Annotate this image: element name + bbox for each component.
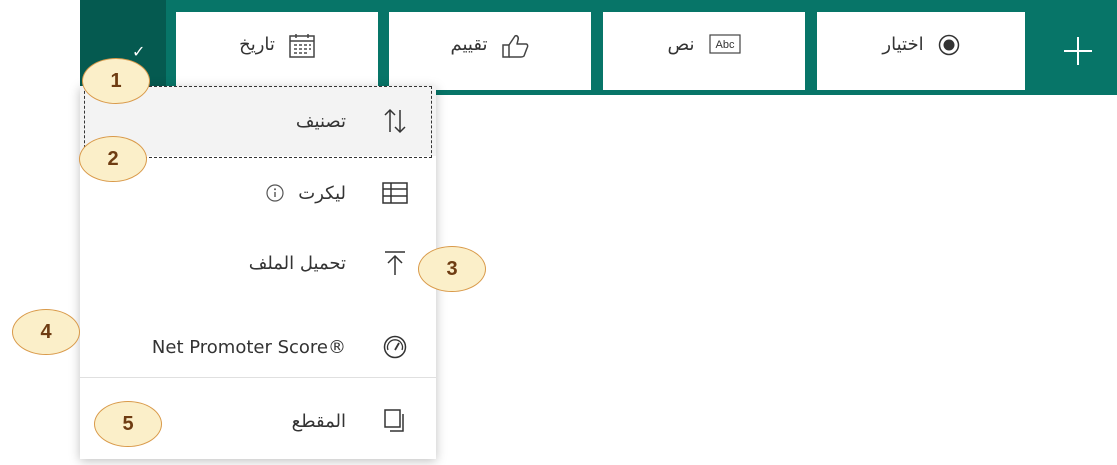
text-question-label: نص (667, 34, 695, 55)
callout-4: 4 (12, 309, 80, 355)
menu-divider (80, 377, 436, 378)
svg-text:Abc: Abc (715, 39, 734, 51)
abc-text-icon: Abc (708, 34, 741, 54)
text-question-button[interactable]: Abc نص (603, 12, 805, 90)
callout-5: 5 (94, 401, 162, 447)
choice-question-label: اختيار (882, 34, 924, 55)
rating-question-button[interactable]: تقييم (389, 12, 591, 90)
chevron-icon: ✓ (132, 42, 146, 61)
date-question-button[interactable]: تاريخ (176, 12, 378, 90)
gauge-icon (382, 335, 408, 359)
add-question-button[interactable] (1038, 12, 1117, 90)
menu-item-label: المقطع (291, 410, 346, 432)
radio-icon (938, 34, 960, 56)
rating-question-label: تقييم (450, 34, 488, 55)
callout-1: 1 (82, 58, 150, 104)
grid-table-icon (382, 182, 408, 204)
thumbs-up-icon (501, 34, 529, 58)
calendar-icon (289, 34, 315, 58)
menu-item-label: تحميل الملف (248, 252, 346, 274)
callout-3: 3 (418, 246, 486, 292)
menu-item-net-promoter-score[interactable]: Net Promoter Score® (80, 312, 436, 382)
choice-question-button[interactable]: اختيار (817, 12, 1025, 90)
upload-icon (382, 250, 408, 276)
callout-2: 2 (79, 136, 147, 182)
menu-item-label: تصنيف (295, 110, 346, 132)
menu-item-label: ليكرت (298, 182, 346, 204)
date-question-label: تاريخ (239, 34, 275, 55)
plus-icon (1063, 37, 1092, 65)
menu-item-file-upload[interactable]: تحميل الملف (80, 228, 436, 298)
section-copy-icon (382, 409, 408, 433)
sort-arrows-icon (382, 108, 408, 134)
menu-item-label: Net Promoter Score® (151, 336, 346, 358)
info-icon[interactable] (266, 184, 284, 202)
